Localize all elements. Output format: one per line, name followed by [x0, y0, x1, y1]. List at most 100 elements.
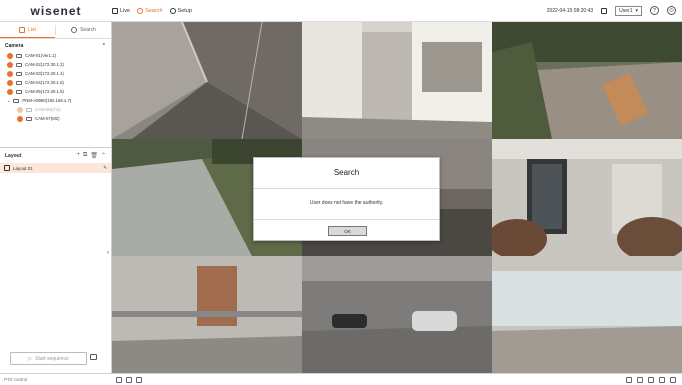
ptz-control-label[interactable]: PTZ control: [0, 377, 116, 382]
camera-item[interactable]: CAM-01(Ver1.1): [0, 51, 111, 60]
datetime: 2022-04-15 08:20:43: [546, 7, 594, 14]
layout-item[interactable]: Layout 01 ✎: [0, 163, 111, 173]
video-tile[interactable]: [302, 22, 492, 139]
status-dot-icon: [17, 115, 23, 122]
top-bar: wisenet Live Search Setup 2022-04-15 08:…: [0, 0, 682, 22]
status-dot-icon: [7, 70, 13, 77]
start-sequence-button[interactable]: ▷ Start sequence: [10, 352, 87, 365]
camera-icon: [16, 62, 22, 67]
top-nav: Live Search Setup: [112, 7, 192, 14]
nav-search-label: Search: [145, 7, 163, 14]
video-tile[interactable]: [112, 256, 302, 373]
camera-label: CAM-03(172.30.1.4): [25, 71, 64, 76]
play-icon: ▷: [28, 355, 33, 362]
tab-list[interactable]: List: [0, 22, 55, 38]
sidebar-tabs: List Search: [0, 22, 111, 39]
status-dot-icon: [7, 88, 13, 95]
dialog-title: Search: [254, 158, 439, 189]
bottom-right-tools: [626, 376, 682, 383]
bottom-left-tools: [116, 376, 142, 383]
camera-label: CAM-04(172.30.1.5): [25, 80, 64, 85]
camera-item[interactable]: CAM-05(172.30.1.6): [0, 87, 111, 96]
nav-setup[interactable]: Setup: [169, 7, 192, 14]
camera-icon: [16, 53, 22, 58]
tab-search-label: Search: [80, 27, 96, 33]
bottom-bar: PTZ control: [0, 373, 682, 385]
camera-icon: [13, 98, 20, 103]
camera-item[interactable]: CAM-04(172.30.1.5): [0, 78, 111, 87]
search-dialog: Search User does not have the authority.…: [253, 157, 440, 241]
camera-label: CAM-01(Ver1.1): [25, 53, 57, 58]
gear-icon: [169, 7, 176, 14]
grid-layout-icon[interactable]: [626, 376, 632, 383]
chevron-up-icon[interactable]: ⌃: [102, 43, 106, 49]
audio-icon[interactable]: [136, 376, 142, 383]
ok-button[interactable]: OK: [328, 226, 367, 236]
user-icon: [601, 7, 608, 14]
camera-sub-item[interactable]: CAM-07(M2): [0, 114, 111, 123]
video-tile[interactable]: [112, 22, 302, 139]
camera-section-title: Camera ⌃: [0, 39, 111, 51]
app-logo: wisenet: [30, 3, 82, 18]
search-icon: [71, 27, 78, 33]
dialog-divider: [254, 219, 439, 220]
user-select[interactable]: User1 ▾: [615, 5, 642, 16]
status-dot-icon: [7, 52, 13, 59]
video-frame: [492, 22, 682, 139]
nav-live-label: Live: [120, 7, 131, 14]
layout-item-label: Layout 01: [13, 165, 33, 171]
record-icon[interactable]: [126, 376, 132, 383]
layout-grid-icon: [4, 165, 10, 171]
nav-live[interactable]: Live: [112, 7, 131, 14]
chevron-down-icon: ▾: [635, 7, 638, 14]
nav-setup-label: Setup: [177, 7, 192, 14]
video-frame: [112, 22, 302, 139]
more-icon[interactable]: [670, 376, 676, 383]
delete-icon[interactable]: 🗑: [90, 152, 98, 159]
tab-search[interactable]: Search: [56, 22, 111, 38]
chevron-up-icon[interactable]: ⌃: [101, 152, 106, 159]
status-dot-icon: [7, 79, 13, 86]
video-tile[interactable]: [492, 22, 682, 139]
fullscreen-icon[interactable]: [659, 376, 665, 383]
camera-icon: [26, 107, 32, 112]
help-icon[interactable]: ?: [650, 6, 659, 15]
camera-group-item[interactable]: ⌄ PNM-A9080(192.168.1.7): [0, 96, 111, 105]
camera-label: CAM-05(172.30.1.6): [25, 89, 64, 94]
logout-icon[interactable]: ⏻: [667, 6, 676, 15]
video-tile[interactable]: [302, 256, 492, 373]
list-icon: [19, 26, 26, 33]
sequence-settings-icon[interactable]: [90, 354, 97, 360]
sound-icon[interactable]: [648, 376, 654, 383]
chevron-down-icon[interactable]: ⌄: [7, 98, 10, 103]
camera-icon: [16, 71, 22, 76]
edit-icon[interactable]: ✎: [103, 165, 107, 171]
camera-label: CAM-02(172.30.1.2): [25, 62, 64, 67]
snapshot-icon[interactable]: [116, 376, 122, 383]
layout-section: Layout + ⧉ 🗑 ⌃ Layout 01 ✎: [0, 147, 111, 173]
camera-sub-item[interactable]: CAM-06(ch1): [0, 105, 111, 114]
top-right: 2022-04-15 08:20:43 User1 ▾ ? ⏻: [546, 5, 682, 16]
camera-item[interactable]: CAM-03(172.30.1.4): [0, 69, 111, 78]
copy-icon[interactable]: ⧉: [83, 152, 87, 159]
video-frame: [492, 256, 682, 373]
collapse-sidebar-icon[interactable]: ‹: [107, 250, 109, 256]
add-icon[interactable]: +: [77, 152, 81, 159]
layout-header: Layout + ⧉ 🗑 ⌃: [0, 148, 111, 163]
dialog-message: User does not have the authority.: [309, 200, 384, 206]
video-frame: [492, 139, 682, 256]
camera-label: CAM-07(M2): [35, 116, 60, 121]
video-tile[interactable]: [492, 256, 682, 373]
camera-label: PNM-A9080(192.168.1.7): [22, 98, 72, 103]
status-dot-icon: [17, 106, 23, 113]
camera-icon: [16, 80, 22, 85]
camera-icon: [16, 89, 22, 94]
status-dot-icon: [7, 61, 13, 68]
start-sequence-label: Start sequence: [35, 355, 69, 362]
screen-ratio-icon[interactable]: [637, 376, 643, 383]
video-tile[interactable]: [492, 139, 682, 256]
tab-list-label: List: [28, 26, 36, 33]
layout-tools: + ⧉ 🗑 ⌃: [77, 152, 106, 159]
camera-item[interactable]: CAM-02(172.30.1.2): [0, 60, 111, 69]
nav-search[interactable]: Search: [137, 7, 163, 14]
